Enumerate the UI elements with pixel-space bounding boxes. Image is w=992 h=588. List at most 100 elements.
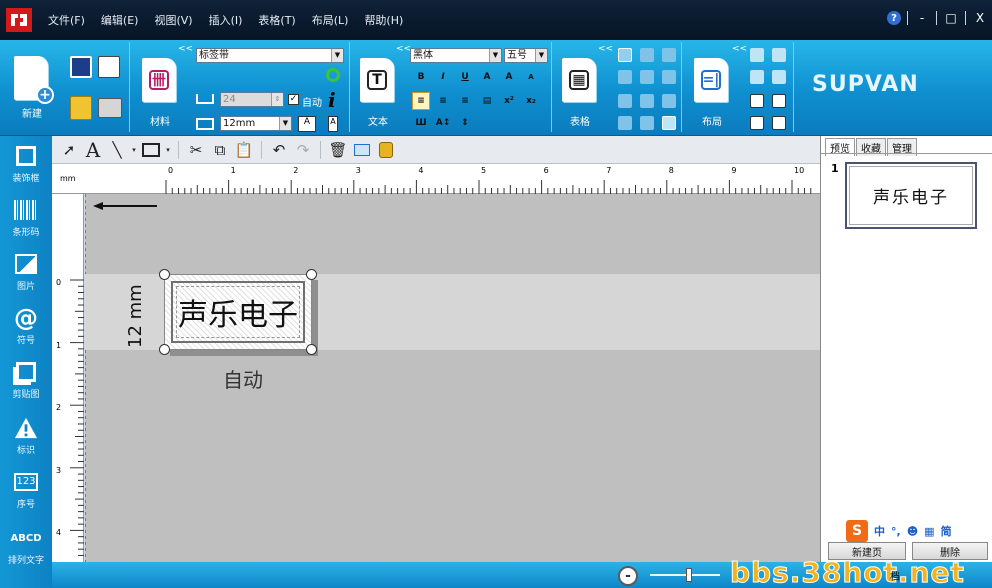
collapse-material-button[interactable]: << [178, 44, 193, 54]
text-tool-icon[interactable]: T [360, 58, 394, 102]
close-button[interactable]: X [972, 10, 988, 26]
table-delete-icon[interactable] [618, 70, 632, 84]
tape-width-select[interactable]: 12mm ▼ [220, 116, 292, 131]
print-icon[interactable] [98, 98, 122, 118]
distribute-v-icon[interactable] [772, 70, 786, 84]
save-as-icon[interactable] [98, 56, 120, 78]
resize-handle-tr[interactable] [306, 269, 317, 280]
align-right-icon[interactable]: ≡ [458, 94, 472, 108]
layout-tool-icon[interactable]: =| [694, 58, 728, 102]
subscript-icon[interactable]: x₂ [524, 94, 538, 108]
collapse-table-button[interactable]: << [598, 44, 613, 54]
delete-icon[interactable]: 🗑 [327, 139, 349, 161]
align-center-icon[interactable]: ≡ [436, 94, 450, 108]
menu-insert[interactable]: 插入(I) [201, 12, 251, 28]
zoom-out-button[interactable]: - [618, 566, 638, 586]
font-shrink-icon[interactable]: A [524, 70, 538, 84]
save-icon[interactable] [70, 56, 92, 78]
preview-thumbnail[interactable]: 声乐电子 [845, 162, 977, 229]
table-border-icon[interactable] [618, 94, 632, 108]
strike-icon[interactable]: A [480, 70, 494, 84]
rectangle-tool-icon[interactable] [140, 139, 162, 161]
resize-handle-bl[interactable] [159, 344, 170, 355]
tape-type-select[interactable]: 标签带 ▼ [196, 48, 344, 63]
card-icon[interactable] [351, 139, 373, 161]
dropdown-icon[interactable]: ▾ [164, 139, 172, 161]
distribute-h-icon[interactable] [750, 70, 764, 84]
menu-edit[interactable]: 编辑(E) [93, 12, 147, 28]
table-align-left-icon[interactable] [618, 116, 632, 130]
label-object[interactable]: 声乐电子 [159, 269, 317, 355]
align-middle-icon[interactable] [772, 48, 786, 62]
line-spacing-icon[interactable]: ⇕ [458, 116, 472, 130]
italic-icon[interactable]: I [436, 70, 450, 84]
align-left-icon[interactable]: ≡ [412, 92, 430, 110]
sidebar-item-clipart[interactable]: 剪贴图 [0, 356, 52, 408]
table-tool-icon[interactable]: ▦ [562, 58, 596, 102]
menu-table[interactable]: 表格(T) [250, 12, 303, 28]
copy-icon[interactable]: ⧉ [209, 139, 231, 161]
table-merge-icon[interactable] [640, 48, 654, 62]
resize-handle-tl[interactable] [159, 269, 170, 280]
bold-icon[interactable]: B [414, 70, 428, 84]
bring-front-icon[interactable] [750, 116, 764, 130]
justify-icon[interactable]: ▤ [480, 94, 494, 108]
align-top-icon[interactable] [750, 48, 764, 62]
ungroup-icon[interactable] [772, 94, 786, 108]
char-spacing-icon[interactable]: Ш [414, 116, 428, 130]
info-icon[interactable]: i [328, 88, 336, 112]
pointer-icon[interactable]: ➚ [58, 139, 80, 161]
undo-icon[interactable]: ↶ [268, 139, 290, 161]
underline-icon[interactable]: U [458, 70, 472, 84]
collapse-text-button[interactable]: << [396, 44, 411, 54]
auto-checkbox[interactable]: ✓ [288, 94, 299, 105]
canvas-workspace[interactable]: 声乐电子 12 mm 自动 [85, 194, 820, 562]
redo-icon[interactable]: ↷ [292, 139, 314, 161]
table-split-icon[interactable] [662, 48, 676, 62]
open-folder-icon[interactable] [70, 96, 92, 120]
zoom-slider-thumb[interactable] [685, 568, 692, 582]
text-tool-icon[interactable]: A [82, 138, 104, 162]
ime-toolbar[interactable]: S 中 °, ☻ ▦ 简 [846, 520, 968, 542]
superscript-icon[interactable]: x² [502, 94, 516, 108]
sidebar-item-image[interactable]: 图片 [0, 248, 52, 300]
restore-button[interactable]: □ [943, 10, 959, 26]
table-fit-icon[interactable] [662, 94, 676, 108]
cut-icon[interactable]: ✂ [185, 139, 207, 161]
font-size-select[interactable]: 五号 ▼ [504, 48, 548, 63]
label-text[interactable]: 声乐电子 [171, 281, 305, 343]
sidebar-item-frame[interactable]: 装饰框 [0, 140, 52, 192]
sidebar-item-barcode[interactable]: 条形码 [0, 194, 52, 246]
table-insert-icon[interactable] [618, 48, 632, 62]
sidebar-item-symbol[interactable]: @ 符号 [0, 302, 52, 354]
line-tool-icon[interactable]: ╲ [106, 139, 128, 161]
resize-handle-br[interactable] [306, 344, 317, 355]
group-icon[interactable] [750, 94, 764, 108]
font-select[interactable]: 黑体 ▼ [410, 48, 502, 63]
vertical-text-icon[interactable]: A↕ [436, 116, 451, 130]
table-grid-icon[interactable] [640, 94, 654, 108]
database-icon[interactable] [375, 139, 397, 161]
dropdown-icon[interactable]: ▾ [130, 139, 138, 161]
table-row-icon[interactable] [640, 70, 654, 84]
length-stepper[interactable]: 24 ⇕ [220, 92, 284, 107]
table-align-right-icon[interactable] [662, 116, 676, 130]
paste-icon[interactable]: 📋 [233, 139, 255, 161]
help-button[interactable]: ? [887, 11, 901, 25]
menu-view[interactable]: 视图(V) [146, 12, 200, 28]
collapse-layout-button[interactable]: << [732, 44, 747, 54]
new-button[interactable]: + 新建 [10, 52, 54, 122]
sidebar-item-sign[interactable]: 标识 [0, 412, 52, 464]
text-frame-icon[interactable]: A [298, 116, 316, 132]
menu-help[interactable]: 帮助(H) [356, 12, 411, 28]
refresh-icon[interactable] [326, 68, 340, 82]
send-back-icon[interactable] [772, 116, 786, 130]
sidebar-item-arc-text[interactable]: ABCD 排列文字 [0, 522, 52, 574]
table-align-center-icon[interactable] [640, 116, 654, 130]
table-col-icon[interactable] [662, 70, 676, 84]
menu-layout[interactable]: 布局(L) [304, 12, 357, 28]
menu-file[interactable]: 文件(F) [40, 12, 93, 28]
sidebar-item-serial[interactable]: 123 序号 [0, 466, 52, 518]
material-icon[interactable]: 卌 [142, 58, 176, 102]
text-align-icon[interactable]: A [328, 116, 338, 132]
